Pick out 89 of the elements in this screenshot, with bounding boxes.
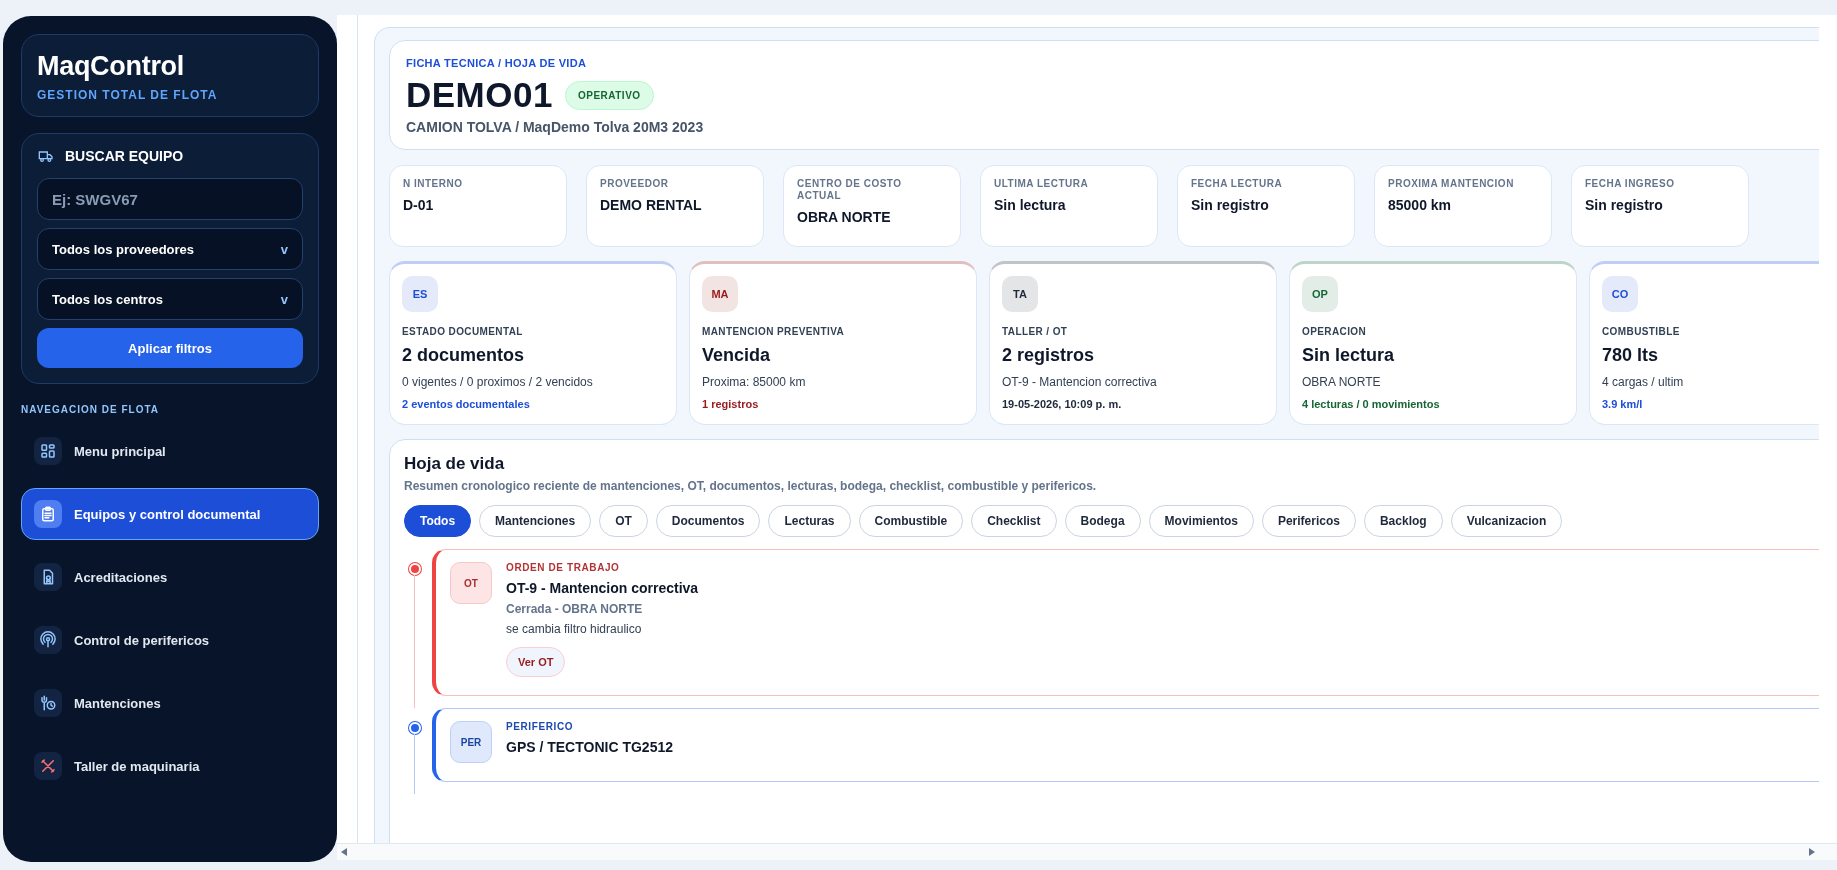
status-badge: OPERATIVO (564, 80, 654, 110)
summary-detail: Proxima: 85000 km (702, 375, 807, 389)
summary-value: Sin lectura (1302, 345, 1396, 366)
summary-detail: 4 cargas / ultim (1602, 375, 1685, 389)
summary-badge: ES (402, 276, 438, 312)
nav-item[interactable]: Equipos y control documental (21, 488, 319, 540)
summary-badge: OP (1302, 276, 1338, 312)
filter-chip[interactable]: Backlog (1363, 505, 1443, 537)
summary-footnote: 1 registros (702, 398, 760, 410)
info-value: DEMO RENTAL (600, 197, 703, 213)
filter-chip[interactable]: Perifericos (1261, 505, 1356, 537)
info-label: ULTIMA LECTURA (994, 178, 1090, 190)
info-value: Sin registro (1191, 197, 1270, 213)
breadcrumb: FICHA TECNICA / HOJA DE VIDA (406, 57, 588, 69)
filter-chip[interactable]: Combustible (858, 505, 964, 537)
section-title: Hoja de vida (404, 454, 506, 474)
summary-footnote: 2 eventos documentales (402, 398, 531, 410)
filter-dropdown[interactable]: Todos los centros v (37, 278, 303, 320)
info-label: CENTRO DE COSTO ACTUAL (797, 178, 903, 202)
entry-badge: PER (450, 721, 492, 763)
info-value: D-01 (403, 197, 435, 213)
entry-type: PERIFERICO (506, 721, 575, 732)
info-value: OBRA NORTE (797, 209, 892, 225)
clipboard-icon (39, 505, 57, 523)
summary-detail: 0 vigentes / 0 proximos / 2 vencidos (402, 375, 594, 389)
view-order-button[interactable]: Ver OT (506, 647, 566, 677)
summary-label: COMBUSTIBLE (1602, 326, 1681, 337)
wrench-clock-icon (39, 694, 57, 712)
summary-value: 780 lts (1602, 345, 1660, 366)
entry-badge: OT (450, 562, 492, 604)
summary-detail: OBRA NORTE (1302, 375, 1382, 389)
nav-heading: NAVEGACION DE FLOTA (21, 404, 161, 415)
filter-chip[interactable]: OT (599, 505, 648, 537)
summary-footnote: 19-05-2026, 10:09 p. m. (1002, 398, 1123, 410)
summary-footnote: 4 lecturas / 0 movimientos (1302, 398, 1441, 410)
filter-chip[interactable]: Checklist (971, 505, 1057, 537)
tools-icon (39, 757, 57, 775)
summary-label: TALLER / OT (1002, 326, 1069, 337)
nav-item[interactable]: Menu principal (21, 425, 319, 477)
filter-chip[interactable]: Movimientos (1148, 505, 1254, 537)
entry-title: GPS / TECTONIC TG2512 (506, 739, 673, 755)
search-title: BUSCAR EQUIPO (65, 148, 184, 164)
summary-badge: CO (1602, 276, 1638, 312)
summary-detail: OT-9 - Mantencion correctiva (1002, 375, 1158, 389)
filter-chip[interactable]: Lecturas (768, 505, 851, 537)
summary-label: ESTADO DOCUMENTAL (402, 326, 524, 337)
summary-badge: TA (1002, 276, 1038, 312)
summary-label: MANTENCION PREVENTIVA (702, 326, 846, 337)
app-title: MaqControl (37, 51, 185, 82)
filter-chip[interactable]: Vulcanizacion (1450, 505, 1563, 537)
filter-chip[interactable]: Mantenciones (479, 505, 592, 537)
apply-filters-button[interactable]: Aplicar filtros (37, 328, 303, 368)
info-value: 85000 km (1388, 197, 1453, 213)
nav-item[interactable]: Acreditaciones (21, 551, 319, 603)
filter-chip[interactable]: Documentos (655, 505, 761, 537)
summary-value: Vencida (702, 345, 772, 366)
entry-note: se cambia filtro hidraulico (506, 622, 643, 636)
entry-status: Cerrada - OBRA NORTE (506, 602, 644, 616)
equipment-subtitle: CAMION TOLVA / MaqDemo Tolva 20M3 2023 (406, 119, 705, 135)
dashboard-icon (39, 442, 57, 460)
summary-label: OPERACION (1302, 326, 1368, 337)
search-field[interactable]: Ej: SWGV67 (37, 178, 303, 220)
info-label: FECHA INGRESO (1585, 178, 1676, 190)
info-label: N INTERNO (403, 178, 464, 190)
info-label: PROVEEDOR (600, 178, 670, 190)
summary-value: 2 registros (1002, 345, 1096, 366)
nav-item[interactable]: Taller de maquinaria (21, 740, 319, 792)
nav-item[interactable]: Mantenciones (21, 677, 319, 729)
scroll-left-icon[interactable] (339, 847, 349, 857)
info-value: Sin lectura (994, 197, 1067, 213)
filter-chip[interactable]: Bodega (1064, 505, 1141, 537)
entry-type: ORDEN DE TRABAJO (506, 562, 621, 573)
truck-icon (37, 148, 55, 164)
entry-title: OT-9 - Mantencion correctiva (506, 580, 699, 596)
equipment-code: DEMO01 (406, 75, 553, 115)
filter-dropdown[interactable]: Todos los proveedores v (37, 228, 303, 270)
summary-footnote: 3.9 km/l (1602, 398, 1644, 410)
summary-value: 2 documentos (402, 345, 526, 366)
info-label: FECHA LECTURA (1191, 178, 1284, 190)
scroll-right-icon[interactable] (1807, 847, 1817, 857)
info-label: PROXIMA MANTENCION (1388, 178, 1515, 190)
signal-icon (39, 631, 57, 649)
horizontal-scrollbar[interactable] (337, 843, 1837, 860)
app-subtitle: GESTION TOTAL DE FLOTA (37, 88, 219, 102)
summary-badge: MA (702, 276, 738, 312)
section-description: Resumen cronologico reciente de mantenciones, OT, documentos, lecturas, bodega, checklist, combustible y perifericos. (404, 479, 1098, 493)
nav-item[interactable]: Control de perifericos (21, 614, 319, 666)
filter-chip[interactable]: Todos (404, 505, 472, 537)
info-value: Sin registro (1585, 197, 1664, 213)
